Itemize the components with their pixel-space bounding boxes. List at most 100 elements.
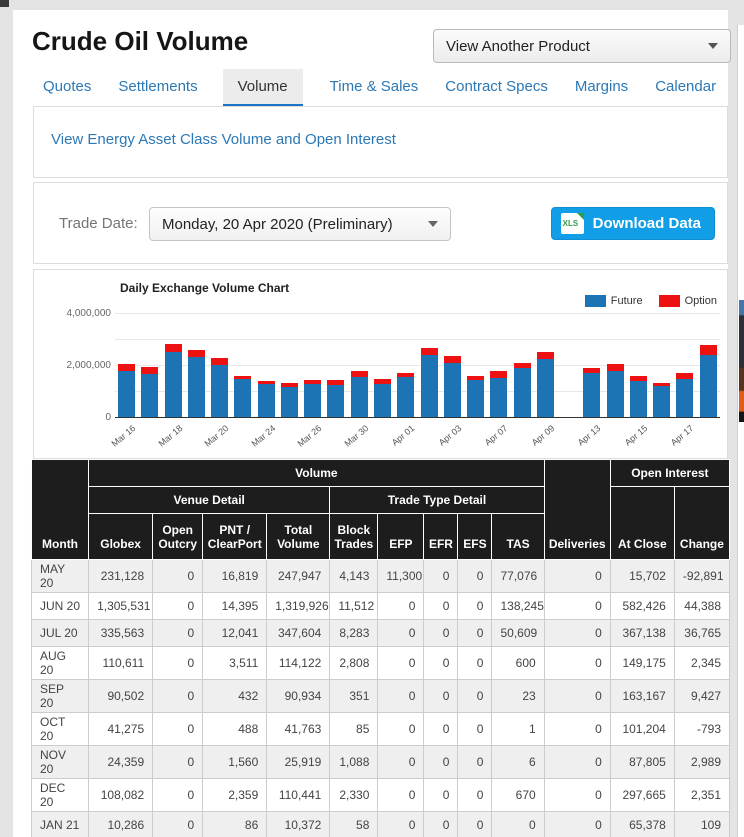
month-cell: NOV 20	[32, 746, 89, 779]
group-header-trade-type-detail: Trade Type Detail	[330, 487, 544, 514]
y-axis-tick-label: 2,000,000	[34, 359, 111, 372]
bar-future-mar-26	[304, 384, 321, 417]
value-cell: 0	[153, 620, 203, 647]
bar-option-mar-31	[374, 379, 391, 384]
value-cell: 3,511	[203, 647, 267, 680]
value-cell: 0	[544, 620, 610, 647]
tab-quotes[interactable]: Quotes	[43, 69, 91, 105]
legend-label-option: Option	[685, 295, 717, 307]
value-cell: 65,378	[610, 812, 674, 837]
x-axis-tick-label: Mar 18	[143, 423, 185, 460]
value-cell: 16,819	[203, 560, 267, 593]
download-data-button[interactable]: XLS Download Data	[551, 207, 715, 240]
tab-contract-specs[interactable]: Contract Specs	[445, 69, 548, 105]
bar-option-mar-25	[281, 383, 298, 387]
col-header-efp: EFP	[378, 514, 424, 560]
xls-file-icon: XLS	[561, 213, 584, 234]
value-cell: 2,345	[674, 647, 729, 680]
value-cell: 1,305,531	[89, 593, 153, 620]
value-cell: 488	[203, 713, 267, 746]
value-cell: 0	[424, 812, 458, 837]
value-cell: 163,167	[610, 680, 674, 713]
x-axis-tick-label: Apr 07	[468, 423, 510, 460]
value-cell: 1,088	[330, 746, 378, 779]
bar-option-apr-02	[421, 348, 438, 355]
value-cell: 1,319,926	[267, 593, 330, 620]
bar-option-apr-09	[537, 352, 554, 359]
value-cell: 0	[544, 647, 610, 680]
chart-title: Daily Exchange Volume Chart	[120, 281, 289, 295]
adjacent-panel-edge	[737, 25, 744, 837]
value-cell: 0	[153, 746, 203, 779]
bar-option-apr-01	[397, 373, 414, 377]
value-cell: 0	[424, 680, 458, 713]
value-cell: 41,763	[267, 713, 330, 746]
tab-volume[interactable]: Volume	[223, 69, 303, 108]
value-cell: 0	[424, 620, 458, 647]
bar-future-apr-13	[583, 373, 600, 417]
value-cell: 24,359	[89, 746, 153, 779]
x-axis-tick-label: Apr 15	[608, 423, 650, 460]
value-cell: 347,604	[267, 620, 330, 647]
value-cell: 0	[153, 593, 203, 620]
tab-time-sales[interactable]: Time & Sales	[330, 69, 419, 105]
bar-option-mar-20	[211, 358, 228, 365]
value-cell: 149,175	[610, 647, 674, 680]
bar-option-apr-13	[583, 368, 600, 373]
month-cell: SEP 20	[32, 680, 89, 713]
table-row-nov-20: NOV 2024,35901,56025,9191,0880006087,805…	[32, 746, 730, 779]
value-cell: 0	[378, 779, 424, 812]
x-axis-tick-label: Apr 01	[375, 423, 417, 460]
value-cell: 44,388	[674, 593, 729, 620]
gridline	[115, 339, 720, 340]
table-row-jul-20: JUL 20335,563012,041347,6048,28300050,60…	[32, 620, 730, 647]
value-cell: 4,143	[330, 560, 378, 593]
value-cell: 0	[544, 812, 610, 837]
value-cell: 14,395	[203, 593, 267, 620]
bar-option-apr-14	[607, 364, 624, 371]
month-cell: MAY 20	[32, 560, 89, 593]
value-cell: 0	[458, 746, 492, 779]
value-cell: 10,286	[89, 812, 153, 837]
bar-option-apr-03	[444, 356, 461, 363]
value-cell: 0	[378, 647, 424, 680]
value-cell: 0	[424, 779, 458, 812]
value-cell: 0	[544, 779, 610, 812]
trade-date-panel: Trade Date: Monday, 20 Apr 2020 (Prelimi…	[33, 182, 728, 264]
value-cell: 87,805	[610, 746, 674, 779]
col-header-tas: TAS	[492, 514, 544, 560]
bar-future-mar-19	[188, 357, 205, 417]
product-selector-dropdown[interactable]: View Another Product	[433, 29, 731, 63]
legend-label-future: Future	[611, 295, 643, 307]
chevron-down-icon	[708, 43, 718, 49]
energy-asset-class-link[interactable]: View Energy Asset Class Volume and Open …	[51, 131, 396, 148]
value-cell: 0	[424, 593, 458, 620]
month-cell: JUN 20	[32, 593, 89, 620]
value-cell: 23	[492, 680, 544, 713]
col-header-pnt-clearport: PNT / ClearPort	[203, 514, 267, 560]
bar-option-apr-06	[467, 376, 484, 380]
value-cell: 0	[153, 779, 203, 812]
value-cell: 2,351	[674, 779, 729, 812]
tab-calendar[interactable]: Calendar	[655, 69, 716, 105]
tab-settlements[interactable]: Settlements	[118, 69, 197, 105]
value-cell: 50,609	[492, 620, 544, 647]
bar-future-apr-17	[676, 379, 693, 417]
value-cell: 0	[153, 713, 203, 746]
value-cell: 0	[378, 713, 424, 746]
value-cell: 0	[544, 560, 610, 593]
tab-margins[interactable]: Margins	[575, 69, 628, 105]
table-row-sep-20: SEP 2090,502043290,934351000230163,1679,…	[32, 680, 730, 713]
value-cell: 36,765	[674, 620, 729, 647]
month-cell: OCT 20	[32, 713, 89, 746]
value-cell: 0	[153, 560, 203, 593]
value-cell: 231,128	[89, 560, 153, 593]
trade-date-dropdown[interactable]: Monday, 20 Apr 2020 (Preliminary)	[149, 207, 451, 241]
bar-future-mar-27	[327, 385, 344, 417]
col-header-total-volume: Total Volume	[267, 514, 330, 560]
x-axis-tick-label: Mar 16	[96, 423, 138, 460]
x-axis-tick-label: Mar 26	[282, 423, 324, 460]
x-axis-tick-label: Apr 03	[422, 423, 464, 460]
value-cell: 297,665	[610, 779, 674, 812]
value-cell: 2,330	[330, 779, 378, 812]
